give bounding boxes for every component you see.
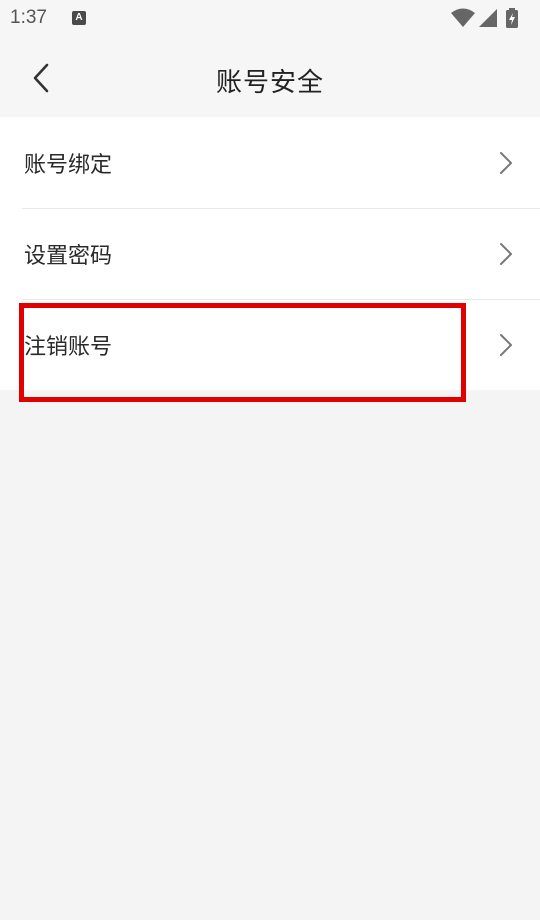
status-icons <box>450 8 530 28</box>
chevron-right-icon <box>500 243 512 265</box>
status-bar: 1:37 A <box>0 0 540 36</box>
chevron-right-icon <box>500 334 512 356</box>
settings-list: 账号绑定 设置密码 注销账号 <box>0 117 540 390</box>
notification-a-icon: A <box>72 11 86 25</box>
settings-item-label: 账号绑定 <box>24 153 113 178</box>
settings-item-label: 注销账号 <box>24 335 113 360</box>
app-header: 账号安全 <box>0 36 540 116</box>
page-title: 账号安全 <box>215 68 324 98</box>
settings-item-delete-account[interactable]: 注销账号 <box>0 299 540 390</box>
battery-icon <box>506 8 518 28</box>
settings-item-set-password[interactable]: 设置密码 <box>0 208 540 299</box>
settings-item-label: 设置密码 <box>24 244 113 269</box>
wifi-icon <box>451 8 475 27</box>
status-time: 1:37 <box>10 7 47 28</box>
signal-icon <box>479 9 497 27</box>
settings-item-account-binding[interactable]: 账号绑定 <box>0 117 540 208</box>
chevron-right-icon <box>500 152 512 174</box>
